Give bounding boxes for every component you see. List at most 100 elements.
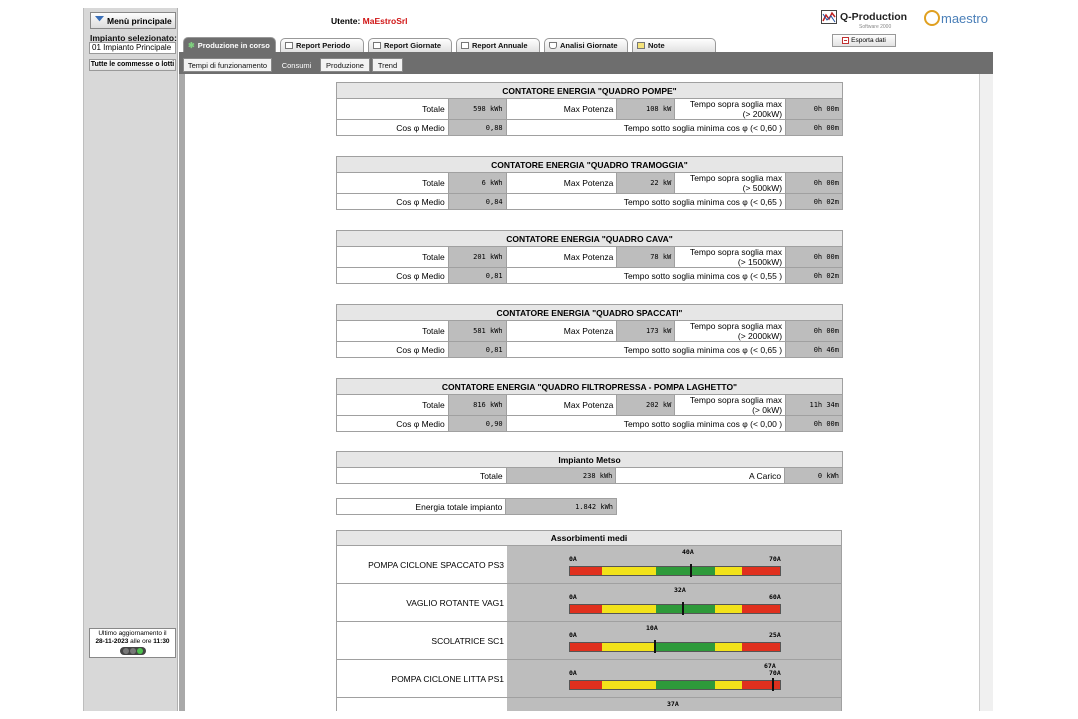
tab-analisi-giornate[interactable]: Analisi Giornate [544,38,628,52]
gauge: 40A 0A 70A [507,546,841,583]
gauge: 67A 0A 70A [507,660,841,697]
gauge-min: 0A [569,631,577,639]
runner-icon: ✱ [188,40,195,50]
impianto-select[interactable]: 01 Impianto Principale [89,42,176,54]
tempo-sotto-label: Tempo sotto soglia minima cos φ (< 0,65 … [505,193,787,210]
meter-title: CONTATORE ENERGIA "QUADRO FILTROPRESSA -… [336,378,843,395]
app-window: Menù principale Impianto selezionato: 01… [83,8,993,711]
metso-table: Impianto Metso Totale 238 kWh A Carico 0… [336,451,843,484]
tab-report-giornate[interactable]: Report Giornate [368,38,452,52]
gauge-segment [601,681,657,689]
gauge-needle [682,602,684,615]
gauge-segment [656,681,715,689]
gauge-current-value: 10A [646,624,658,632]
all-orders-button[interactable]: Tutte le commesse o lotti [89,59,176,71]
chart-logo-icon [821,10,837,24]
gauge-segment [714,567,743,575]
maestro-logo: maestro [924,10,988,26]
maestro-ring-icon [924,10,940,26]
main-menu-button[interactable]: Menù principale [90,12,176,29]
last-update-datetime: 28-11-2023 alle ore 11:30 [95,638,170,645]
gauge-segment [601,643,657,651]
gauge-segment [570,567,602,575]
top-header: Utente: MaEstroSrl Q-Production Software… [179,8,993,33]
max-potenza-label: Max Potenza [505,394,618,416]
gauge-max: 70A [769,669,781,677]
meter-title: CONTATORE ENERGIA "QUADRO TRAMOGGIA" [336,156,843,173]
tab-note[interactable]: Note [632,38,716,52]
tab-report-annuale[interactable]: Report Annuale [456,38,540,52]
metso-carico-value: 0 kWh [784,467,843,484]
tempo-sopra-value: 0h 00m [785,172,843,194]
tempo-sotto-value: 0h 00m [785,415,843,432]
vertical-scrollbar[interactable] [979,74,993,711]
cos-medio-label: Cos φ Medio [336,119,449,136]
assorbimenti-panel: Assorbimenti medi POMPA CICLONE SPACCATO… [336,530,842,711]
brand-sub: Software 2000 [859,24,892,30]
meter-title: CONTATORE ENERGIA "QUADRO SPACCATI" [336,304,843,321]
gauge-row: SCOLATRICE SC1 10A 0A 25A [336,622,842,660]
totale-label: Totale [336,394,449,416]
gauge-bar [569,566,781,576]
gauge-bar [569,642,781,652]
gauge: 32A 0A 60A [507,584,841,621]
tempo-sopra-label: Tempo sopra soglia max (> 2000kW) [674,320,787,342]
gauge-segment [656,567,715,575]
gauge-row: VAGLIO ROTANTE VAG1 32A 0A 60A [336,584,842,622]
totale-value: 598 kWh [447,98,507,120]
metso-totale-value: 238 kWh [505,467,617,484]
gauge-name: POMPA CICLONE LITTA PS1 [391,673,504,684]
gauge-segment [714,605,743,613]
main-menu-label: Menù principale [107,15,172,26]
last-update-box: Ultimo aggiornamento il 28-11-2023 alle … [89,628,176,658]
subtab-consumi[interactable]: Consumi [275,58,318,72]
cos-medio-value: 0,84 [447,193,507,210]
main-tabs: ✱ Produzione in corso Report Periodo Repo… [179,36,993,52]
subtab-tempi-funzionamento[interactable]: Tempi di funzionamento [183,58,272,72]
gauge-row: POMPA CICLONE LITTA PS1 67A 0A 70A [336,660,842,698]
totale-label: Totale [336,172,449,194]
gauge-name: POMPA CICLONE SPACCATO PS3 [368,559,504,570]
subtab-produzione[interactable]: Produzione [320,58,370,72]
tab-produzione-in-corso[interactable]: ✱ Produzione in corso [183,37,276,52]
totale-value: 6 kWh [447,172,507,194]
cos-medio-value: 0,81 [447,341,507,358]
tempo-sotto-label: Tempo sotto soglia minima cos φ (< 0,60 … [505,119,787,136]
totale-value: 816 kWh [447,394,507,416]
totale-value: 201 kWh [447,246,507,268]
metso-title: Impianto Metso [336,451,843,468]
subtab-trend[interactable]: Trend [372,58,403,72]
gauge-min: 0A [569,669,577,677]
gauge-segment [570,643,602,651]
tempo-sopra-value: 0h 00m [785,320,843,342]
gauge-name [337,698,507,711]
gauge-max: 60A [769,593,781,601]
tab-report-periodo[interactable]: Report Periodo [280,38,364,52]
gauge-name: VAGLIO ROTANTE VAG1 [406,597,504,608]
tempo-sopra-value: 11h 34m [785,394,843,416]
max-potenza-value: 108 kW [616,98,676,120]
gauge-current-value: 40A [682,548,694,556]
gauge-segment [570,681,602,689]
max-potenza-value: 173 kW [616,320,676,342]
totale-label: Totale [336,98,449,120]
max-potenza-label: Max Potenza [505,172,618,194]
tempo-sopra-label: Tempo sopra soglia max (> 500kW) [674,172,787,194]
gauge-segment [742,681,780,689]
tempo-sopra-value: 0h 00m [785,98,843,120]
meter-title: CONTATORE ENERGIA "QUADRO POMPE" [336,82,843,99]
max-potenza-value: 22 kW [616,172,676,194]
max-potenza-value: 202 kW [616,394,676,416]
traffic-light-icon [119,647,146,655]
meter-table: CONTATORE ENERGIA "QUADRO POMPE" Totale 59… [336,82,843,136]
metso-carico-label: A Carico [615,467,786,484]
sidebar: Menù principale Impianto selezionato: 01… [84,8,178,711]
energia-totale-value: 1.842 kWh [505,498,617,515]
totale-label: Totale [336,246,449,268]
tempo-sotto-value: 0h 00m [785,119,843,136]
gauge-needle [772,678,774,691]
gauge-segment [601,605,657,613]
tempo-sopra-label: Tempo sopra soglia max (> 1500kW) [674,246,787,268]
gauge-min: 0A [569,593,577,601]
cos-medio-value: 0,88 [447,119,507,136]
